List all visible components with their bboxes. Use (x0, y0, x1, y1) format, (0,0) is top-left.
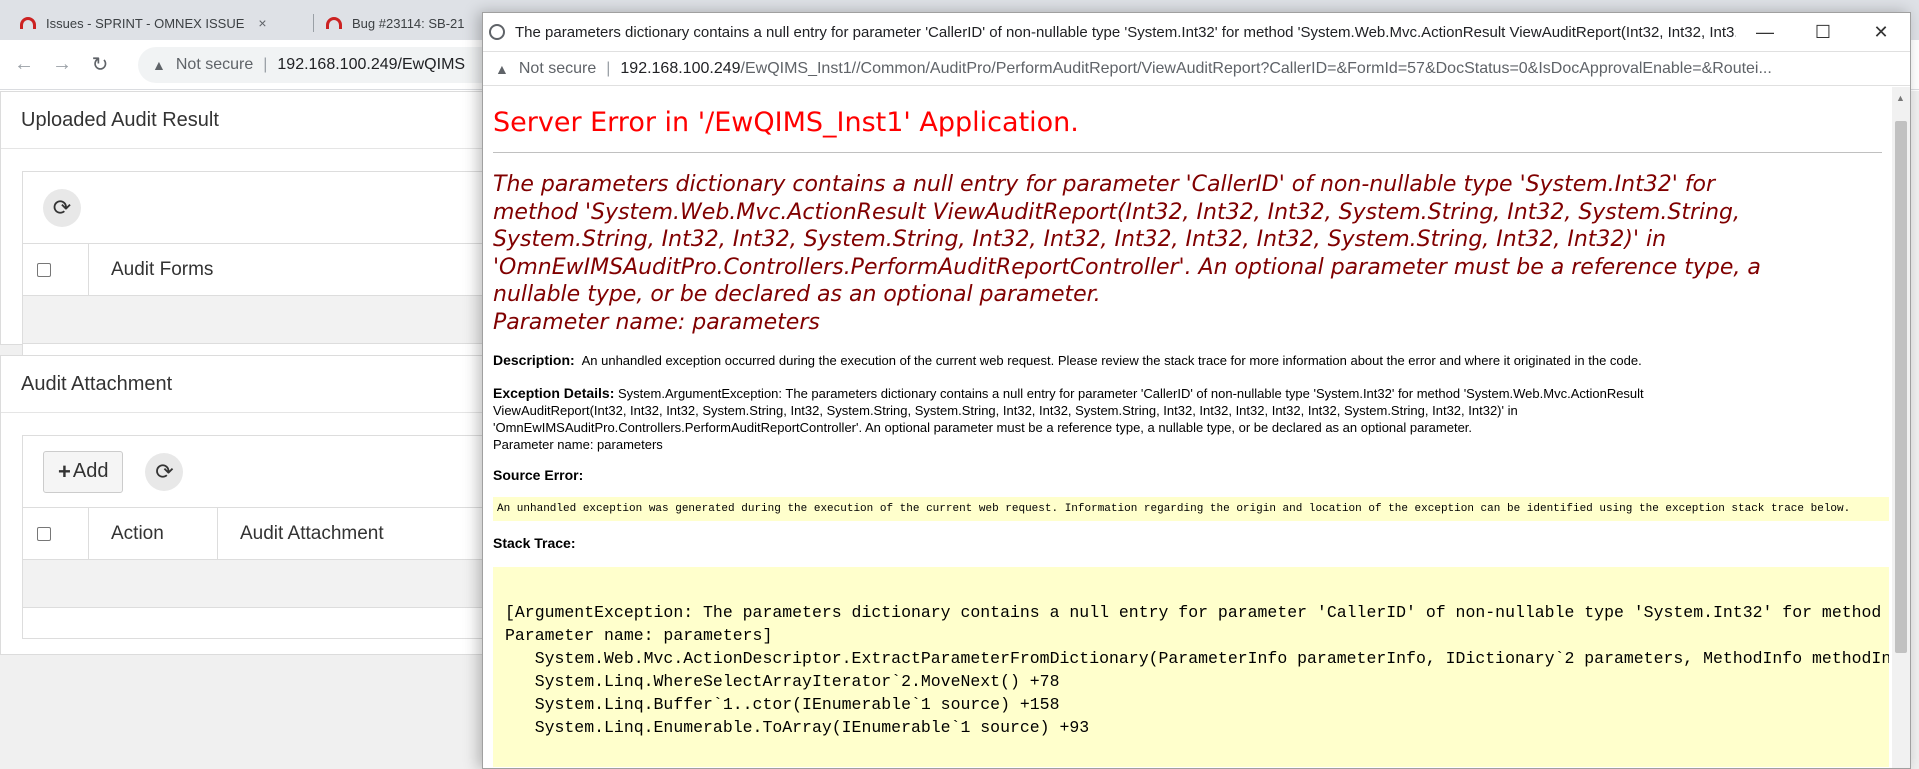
plus-icon: + (58, 458, 71, 484)
source-error-label: Source Error: (493, 467, 584, 483)
add-button-label: Add (72, 460, 109, 482)
grid-toolbar: ⟳ (23, 172, 501, 244)
vertical-scrollbar[interactable]: ▲ (1892, 87, 1910, 768)
close-icon[interactable]: ✕ (1852, 13, 1910, 52)
empty-row (23, 296, 501, 344)
forward-arrow-icon[interactable]: → (48, 51, 76, 79)
tab-issues-sprint[interactable]: Issues - SPRINT - OMNEX ISSUE × (10, 6, 310, 40)
exception-line: 'OmnEwIMSAuditPro.Controllers.PerformAud… (493, 420, 1473, 435)
select-all-checkbox[interactable] (37, 526, 51, 541)
popup-title-bar: The parameters dictionary contains a nul… (483, 13, 1910, 52)
source-error-box: An unhandled exception was generated dur… (493, 497, 1889, 521)
minimize-icon[interactable]: — (1736, 13, 1794, 52)
add-button[interactable]: + Add (43, 450, 124, 493)
tab-title: Bug #23114: SB-21 (352, 15, 465, 31)
scroll-up-arrow-icon[interactable]: ▲ (1896, 93, 1905, 103)
stack-line: System.Web.Mvc.ActionDescriptor.ExtractP… (505, 649, 1889, 668)
not-secure-label: Not secure (518, 59, 597, 77)
column-header-audit-forms[interactable]: Audit Forms (89, 244, 501, 295)
warning-triangle-icon: ▲ (152, 57, 166, 73)
audit-attachment-grid: + Add ⟳ Action Audit Attachment (22, 435, 502, 639)
redmine-logo-icon (326, 17, 342, 29)
panel-title: Audit Attachment (1, 356, 499, 413)
address-separator: | (606, 59, 611, 77)
refresh-icon[interactable]: ⟳ (145, 452, 184, 491)
grid-header-row: Action Audit Attachment (23, 508, 501, 560)
audit-attachment-panel: Audit Attachment + Add ⟳ Action Audit At… (0, 355, 502, 655)
select-all-cell (23, 508, 89, 559)
grid-footer (23, 608, 501, 638)
stack-trace-box: [ArgumentException: The parameters dicti… (493, 567, 1889, 767)
error-message-line: nullable type, or be declared as an opti… (493, 282, 1101, 307)
exception-details-block: Exception Details: System.ArgumentExcept… (493, 385, 1882, 453)
empty-row (23, 560, 501, 608)
error-page-content: Server Error in '/EwQIMS_Inst1' Applicat… (483, 87, 1892, 768)
description-label: Description: (493, 352, 575, 368)
error-message-line: 'OmnEwIMSAuditPro.Controllers.PerformAud… (493, 254, 1761, 280)
error-message: The parameters dictionary contains a nul… (493, 171, 1882, 336)
error-message-line: Parameter name: parameters (493, 309, 820, 335)
stack-trace-label: Stack Trace: (493, 535, 576, 551)
grid-header-row: Audit Forms (23, 244, 501, 296)
server-error-title: Server Error in '/EwQIMS_Inst1' Applicat… (493, 107, 1882, 153)
tab-close-icon[interactable]: × (258, 15, 266, 31)
stack-line: Parameter name: parameters] (505, 626, 773, 645)
panel-title: Uploaded Audit Result (1, 92, 499, 149)
error-popup-window: The parameters dictionary contains a nul… (482, 12, 1911, 769)
redmine-logo-icon (20, 17, 36, 29)
column-header-audit-attachment[interactable]: Audit Attachment (218, 508, 501, 559)
error-message-line: method 'System.Web.Mvc.ActionResult View… (493, 199, 1741, 225)
popup-address-bar[interactable]: ▲ Not secure | 192.168.100.249 /EwQIMS_I… (483, 52, 1910, 86)
tab-title: Issues - SPRINT - OMNEX ISSUE (46, 15, 245, 31)
stack-line: System.Linq.Enumerable.ToArray(IEnumerab… (505, 718, 1090, 737)
exception-line: Parameter name: parameters (493, 437, 663, 452)
address-host: 192.168.100.249 (620, 59, 741, 77)
warning-triangle-icon: ▲ (495, 60, 509, 77)
address-url: 192.168.100.249/EwQIMS (277, 56, 466, 73)
grid-toolbar: + Add ⟳ (23, 436, 501, 508)
column-header-action[interactable]: Action (89, 508, 218, 559)
tab-separator (313, 14, 314, 32)
error-message-line: System.String, Int32, Int32, System.Stri… (493, 227, 1667, 252)
select-all-cell (23, 244, 89, 295)
uploaded-audit-result-panel: Uploaded Audit Result ⟳ Audit Forms (0, 91, 502, 375)
description-text: An unhandled exception occurred during t… (581, 353, 1642, 368)
back-arrow-icon[interactable]: ← (10, 51, 38, 79)
scrollbar-thumb[interactable] (1895, 121, 1907, 653)
popup-window-title: The parameters dictionary contains a nul… (515, 23, 1736, 41)
globe-icon (489, 24, 505, 40)
stack-line: System.Linq.Buffer`1..ctor(IEnumerable`1… (505, 695, 1060, 714)
stack-line: System.Linq.WhereSelectArrayIterator`2.M… (505, 672, 1060, 691)
error-message-line: The parameters dictionary contains a nul… (493, 172, 1716, 197)
exception-details-label: Exception Details: (493, 385, 615, 401)
refresh-icon[interactable]: ⟳ (43, 188, 81, 227)
audit-forms-grid: ⟳ Audit Forms (22, 171, 502, 375)
address-separator: | (263, 56, 268, 73)
not-secure-label: Not secure (175, 56, 254, 73)
maximize-icon[interactable]: ☐ (1794, 13, 1852, 52)
exception-line: System.ArgumentException: The parameters… (618, 386, 1644, 401)
address-path: /EwQIMS_Inst1//Common/AuditPro/PerformAu… (740, 59, 1772, 77)
reload-icon[interactable]: ↻ (86, 51, 114, 79)
exception-line: ViewAuditReport(Int32, Int32, Int32, Sys… (493, 403, 1518, 418)
description-block: Description: An unhandled exception occu… (493, 352, 1882, 369)
stack-line: [ArgumentException: The parameters dicti… (505, 603, 1882, 622)
select-all-checkbox[interactable] (37, 262, 51, 277)
tab-bug-23114[interactable]: Bug #23114: SB-21 (316, 6, 496, 40)
